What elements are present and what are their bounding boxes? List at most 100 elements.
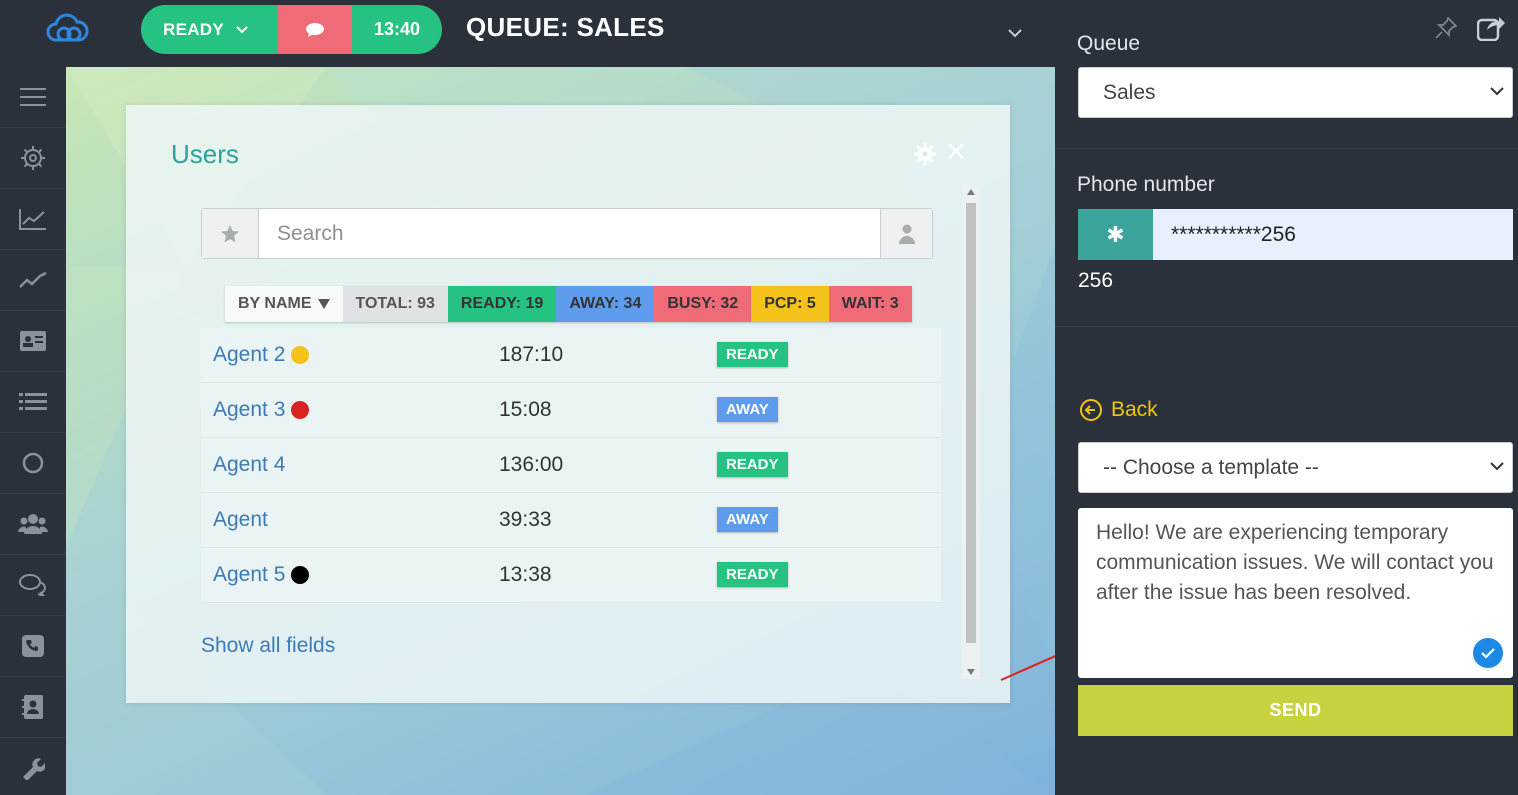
table-row: Agent 4 136:00 READY: [201, 438, 941, 493]
chart-up-icon: [19, 209, 46, 230]
id-card-icon: [20, 331, 46, 351]
user-filter-button[interactable]: [880, 209, 932, 258]
message-text: Hello! We are experiencing temporary com…: [1096, 521, 1494, 604]
phone-icon: [22, 635, 44, 657]
chevron-down-icon[interactable]: [1007, 28, 1023, 38]
scroll-thumb[interactable]: [966, 203, 976, 643]
external-link-icon[interactable]: [1477, 15, 1505, 41]
sidebar-item-tools[interactable]: [0, 738, 66, 795]
status-timer: 13:40: [352, 5, 442, 54]
back-link[interactable]: Back: [1079, 398, 1158, 422]
chevron-down-icon: [1490, 87, 1504, 96]
show-all-fields-link[interactable]: Show all fields: [201, 634, 335, 658]
filter-busy[interactable]: BUSY: 32: [654, 286, 752, 322]
sidebar-item-analytics[interactable]: [0, 189, 66, 250]
filter-total[interactable]: TOTAL: 93: [342, 286, 448, 322]
presence-dot: [291, 566, 310, 584]
template-select[interactable]: -- Choose a template --: [1078, 442, 1513, 493]
queue-label: Queue: [1077, 32, 1141, 55]
queue-select-value: Sales: [1103, 80, 1156, 104]
agent-name: Agent 4: [213, 453, 286, 476]
check-icon: [1473, 638, 1503, 668]
message-textarea[interactable]: Hello! We are experiencing temporary com…: [1078, 508, 1513, 678]
scroll-down-arrow-icon[interactable]: [967, 669, 975, 675]
chevron-down-icon: [236, 25, 248, 33]
status-dropdown[interactable]: READY: [141, 5, 278, 54]
sidebar-item-status[interactable]: [0, 433, 66, 494]
user-icon: [898, 224, 915, 244]
sidebar-item-settings[interactable]: [0, 128, 66, 189]
send-button[interactable]: SEND: [1078, 685, 1513, 736]
filter-wait[interactable]: WAIT: 3: [828, 286, 912, 322]
user-search-bar: [201, 208, 933, 259]
phone-number-field: ✱ ***********256: [1078, 209, 1513, 260]
trend-line-icon: [19, 271, 47, 288]
divider: [1055, 326, 1518, 327]
menu-icon: [20, 88, 46, 106]
users-panel: Users BY NAME TOTAL: 93 READY: 19 AWAY: …: [126, 105, 1010, 703]
agent-name-link[interactable]: Agent 5: [201, 563, 487, 587]
status-badge: READY: [717, 562, 788, 587]
status-badge: READY: [717, 452, 788, 477]
agent-time: 187:10: [499, 343, 564, 366]
phone-label: Phone number: [1077, 173, 1215, 196]
sidebar-item-menu[interactable]: [0, 67, 66, 128]
sidebar-item-contacts[interactable]: [0, 677, 66, 738]
circle-icon: [22, 452, 44, 474]
arrow-left-circle-icon: [1080, 399, 1102, 421]
agent-name: Agent 2: [213, 343, 286, 366]
sidebar-item-chats[interactable]: [0, 555, 66, 616]
status-filter-bar: BY NAME TOTAL: 93 READY: 19 AWAY: 34 BUS…: [225, 286, 912, 322]
sidebar-item-list[interactable]: [0, 372, 66, 433]
filter-ready[interactable]: READY: 19: [447, 286, 557, 322]
chat-icon: [19, 574, 46, 596]
status-badge: READY: [717, 342, 788, 367]
top-bar: READY 13:40 QUEUE: SALES: [0, 0, 1055, 67]
asterisk-icon[interactable]: ✱: [1078, 209, 1153, 260]
users-icon: [18, 514, 48, 534]
sort-by-name-button[interactable]: BY NAME: [225, 286, 343, 322]
filter-pcp[interactable]: PCP: 5: [751, 286, 829, 322]
chat-status-button[interactable]: [278, 5, 352, 54]
search-input[interactable]: [259, 209, 880, 258]
contacts-icon: [22, 695, 43, 719]
gear-icon: [21, 146, 45, 170]
table-row: Agent 2 187:10 READY: [201, 328, 941, 383]
agent-name-link[interactable]: Agent 2: [201, 343, 487, 367]
sidebar-item-users[interactable]: [0, 494, 66, 555]
page-title: QUEUE: SALES: [466, 12, 665, 42]
queue-select[interactable]: Sales: [1078, 67, 1513, 118]
table-row: Agent 5 13:38 READY: [201, 548, 941, 603]
gear-icon[interactable]: [914, 143, 936, 165]
panel-scrollbar[interactable]: [962, 185, 980, 679]
phone-suffix: 256: [1078, 269, 1114, 292]
panel-title: Users: [171, 139, 239, 169]
right-panel: Queue Sales Phone number ✱ ***********25…: [1055, 0, 1518, 795]
scroll-up-arrow-icon[interactable]: [967, 189, 975, 195]
chevron-down-icon: [1490, 462, 1504, 471]
filter-away[interactable]: AWAY: 34: [556, 286, 655, 322]
agent-time: 13:38: [499, 563, 552, 586]
close-icon[interactable]: [947, 142, 965, 160]
presence-dot: [291, 346, 310, 364]
sidebar-item-calls[interactable]: [0, 616, 66, 677]
list-icon: [19, 393, 47, 410]
favorites-toggle-button[interactable]: [202, 209, 259, 258]
agent-name-link[interactable]: Agent: [201, 508, 487, 532]
triangle-down-icon: [317, 299, 330, 309]
phone-number-input[interactable]: ***********256: [1153, 209, 1513, 260]
left-sidebar: [0, 67, 66, 795]
divider: [1055, 148, 1518, 149]
agent-name: Agent 5: [213, 563, 286, 586]
sidebar-item-trends[interactable]: [0, 250, 66, 311]
cloud-logo-icon[interactable]: [44, 12, 90, 46]
status-badge: AWAY: [717, 507, 778, 532]
agent-name-link[interactable]: Agent 4: [201, 453, 487, 477]
agent-time: 39:33: [499, 508, 552, 531]
presence-dot: [291, 401, 310, 419]
agent-name-link[interactable]: Agent 3: [201, 398, 487, 422]
status-badge: AWAY: [717, 397, 778, 422]
sidebar-item-profile[interactable]: [0, 311, 66, 372]
agent-status-pill: READY 13:40: [141, 5, 442, 54]
pin-icon[interactable]: [1435, 17, 1457, 39]
